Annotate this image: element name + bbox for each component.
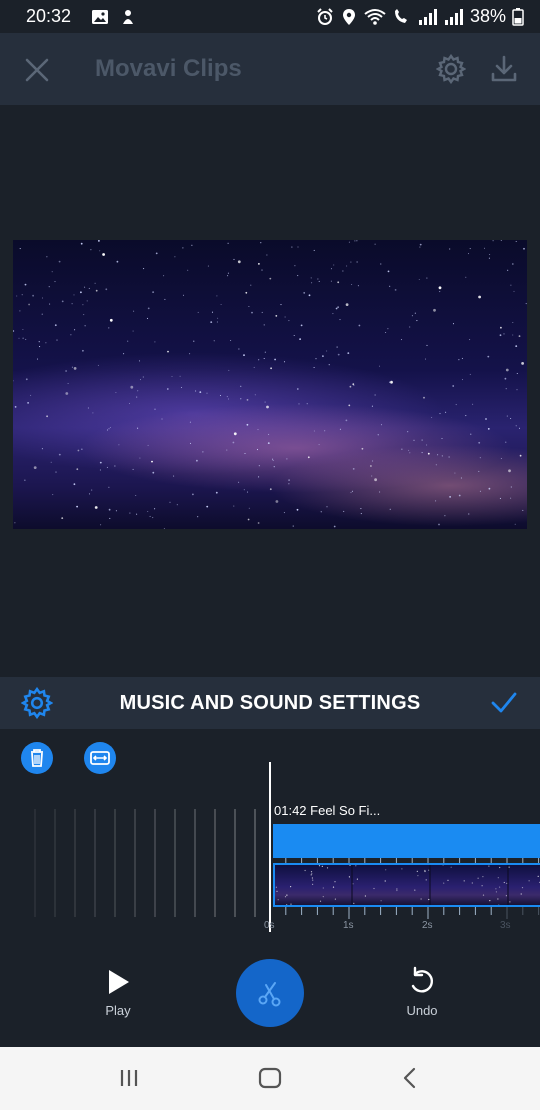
app-bar: Movavi Clips	[0, 33, 540, 105]
play-icon	[109, 970, 129, 994]
notification-icon	[119, 8, 137, 26]
battery-percent: 38%	[469, 6, 506, 26]
gallery-icon	[91, 8, 109, 26]
undo-button[interactable]: Undo	[397, 966, 447, 1018]
video-thumbnails	[275, 865, 540, 905]
playback-controls: Play Undo	[0, 942, 540, 1047]
confirm-check-icon[interactable]	[490, 690, 518, 716]
ruler-label-3: 3s	[500, 920, 511, 931]
system-navigation-bar	[0, 1047, 540, 1110]
back-icon[interactable]	[400, 1067, 420, 1094]
ruler-label-0: 0s	[264, 920, 275, 931]
status-bar: 20:32 38%	[0, 0, 540, 33]
undo-label: Undo	[406, 1003, 438, 1018]
audio-track[interactable]	[273, 824, 540, 858]
play-button[interactable]: Play	[93, 968, 143, 1018]
location-icon	[340, 8, 358, 26]
starfield-image	[13, 240, 527, 529]
video-track[interactable]	[273, 863, 540, 907]
alarm-icon	[316, 7, 334, 26]
recent-apps-icon[interactable]	[118, 1067, 140, 1094]
video-preview[interactable]	[13, 240, 527, 529]
playhead[interactable]	[269, 762, 271, 932]
scissors-icon	[258, 982, 281, 1007]
ruler-label-2: 2s	[422, 920, 433, 931]
wifi-icon	[364, 8, 386, 26]
settings-title: MUSIC AND SOUND SETTINGS	[119, 692, 421, 714]
app-screen: 20:32 38% Movavi Clips MUSIC AND SOUND S…	[0, 0, 540, 1110]
signal-icon-2	[444, 8, 464, 26]
undo-icon	[411, 966, 434, 993]
call-icon	[392, 8, 412, 26]
play-label: Play	[105, 1003, 131, 1018]
settings-gear-icon[interactable]	[435, 53, 467, 85]
battery-icon	[512, 7, 524, 26]
home-icon[interactable]	[258, 1067, 282, 1094]
timeline: 01:42 Feel So Fi... 0s 1s 2s 3s	[0, 729, 540, 942]
music-settings-bar: MUSIC AND SOUND SETTINGS	[0, 677, 540, 729]
audio-clip-label: 01:42 Feel So Fi...	[274, 803, 381, 818]
video-preview-area	[0, 105, 540, 677]
download-icon[interactable]	[490, 54, 518, 84]
close-icon[interactable]	[24, 57, 50, 83]
ruler-label-1: 1s	[343, 920, 354, 931]
app-title: Movavi Clips	[95, 55, 242, 82]
cut-button[interactable]	[236, 959, 304, 1027]
signal-icon	[418, 8, 438, 26]
status-time: 20:32	[26, 6, 72, 26]
